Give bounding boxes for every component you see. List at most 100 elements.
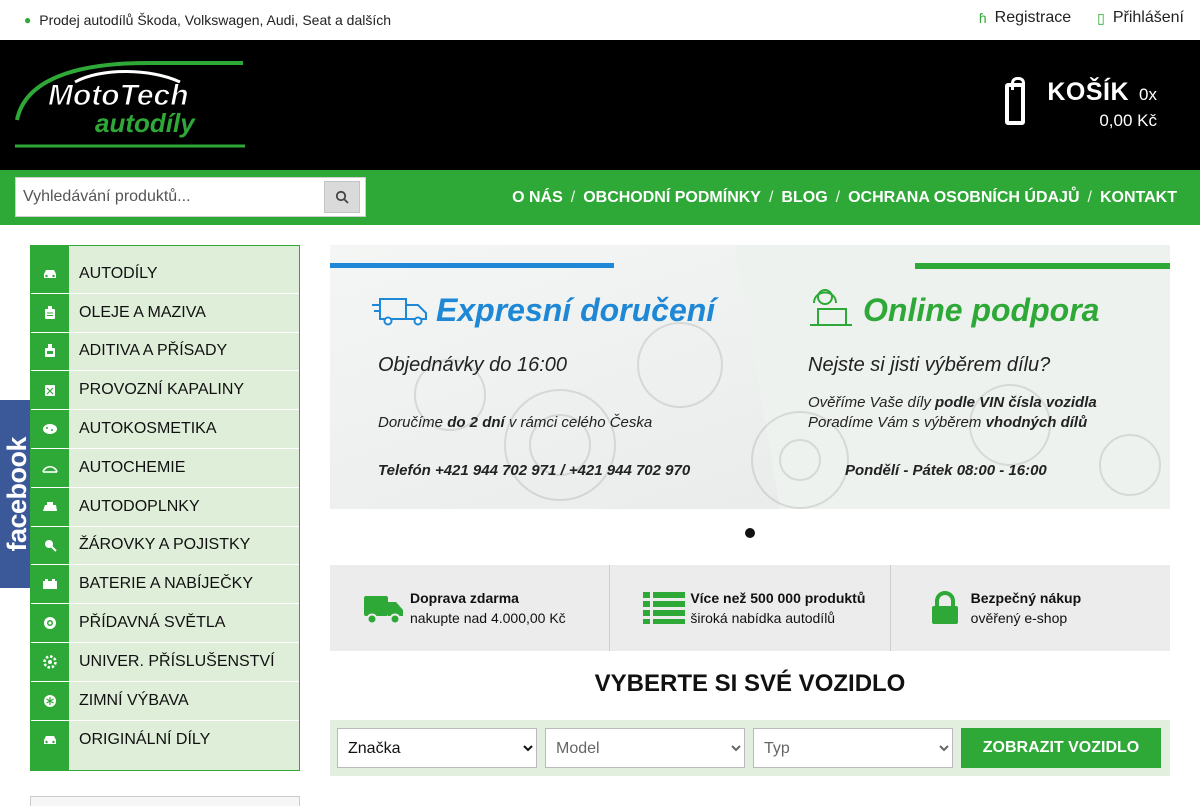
cart-title: KOŠÍK bbox=[1047, 77, 1130, 106]
category-autokosmetika[interactable]: Autokosmetika bbox=[31, 410, 299, 449]
search-box bbox=[15, 177, 366, 217]
header: MotoTech autodíly KOŠÍK 0x 0,00 Kč bbox=[0, 40, 1200, 170]
benefit-sub: ověřený e-shop bbox=[970, 610, 1068, 626]
category-autodoplnky[interactable]: Autodoplnky bbox=[31, 488, 299, 527]
banner-right-hours: Pondělí - Pátek 08:00 - 16:00 bbox=[845, 462, 1047, 479]
category-originalni[interactable]: Originální díly bbox=[31, 721, 299, 760]
benefit-secure: Bezpečný nákup ověřený e-shop bbox=[891, 565, 1170, 651]
login-link[interactable]: ▯ Přihlášení bbox=[1097, 9, 1184, 27]
bottle-icon bbox=[31, 344, 69, 358]
type-select[interactable]: Typ bbox=[753, 728, 953, 768]
category-label: Aditiva a přísady bbox=[79, 342, 228, 360]
category-label: Univer. příslušenství bbox=[79, 652, 275, 670]
model-select[interactable]: Model bbox=[545, 728, 745, 768]
nav-contact[interactable]: KONTAKT bbox=[1100, 189, 1177, 207]
vehicle-selector-title: VYBERTE SI SVÉ VOZIDLO bbox=[594, 670, 906, 697]
search-icon bbox=[335, 190, 349, 204]
nav-blog[interactable]: BLOG bbox=[781, 189, 827, 207]
main-nav-bar: O NÁS / OBCHODNÍ PODMÍNKY / BLOG / OCHRA… bbox=[0, 170, 1200, 225]
category-svetla[interactable]: Přídavná světla bbox=[31, 604, 299, 643]
banner-right-line2: Ověříme Vaše díly podle VIN čísla vozidl… bbox=[808, 394, 1097, 411]
banner-left-line2: Doručíme do 2 dní v rámci celého Česka bbox=[378, 414, 652, 431]
cart-summary: KOŠÍK 0x 0,00 Kč bbox=[1047, 78, 1157, 131]
category-zimni[interactable]: Zimní výbava bbox=[31, 682, 299, 721]
category-autochemie[interactable]: Autochemie bbox=[31, 449, 299, 488]
category-label: Provozní kapaliny bbox=[79, 381, 245, 399]
carousel-dot[interactable] bbox=[745, 528, 755, 538]
banner-right-line1: Nejste si jisti výběrem dílu? bbox=[808, 354, 1051, 376]
category-label: Žárovky a pojistky bbox=[79, 536, 251, 554]
register-label: Registrace bbox=[994, 9, 1072, 26]
category-list: Autodíly Oleje a maziva Aditiva a přísad… bbox=[31, 255, 299, 759]
login-icon: ▯ bbox=[1097, 9, 1105, 26]
vehicle-selector: Značka Model Typ ZOBRAZIT VOZIDLO bbox=[330, 720, 1170, 776]
logo[interactable]: MotoTech autodíly bbox=[15, 60, 245, 148]
banner-right-heading: Online podpora bbox=[863, 292, 1099, 328]
benefit-sub: široká nabídka autodílů bbox=[690, 610, 836, 626]
nav-privacy[interactable]: OCHRANA OSOBNÍCH ÚDAJŮ bbox=[848, 189, 1079, 207]
category-oleje[interactable]: Oleje a maziva bbox=[31, 294, 299, 333]
bulb-icon bbox=[31, 538, 69, 553]
truck-icon bbox=[358, 592, 410, 624]
banner-left-line1: Objednávky do 16:00 bbox=[378, 354, 567, 376]
search-button[interactable] bbox=[324, 181, 360, 213]
category-label: Oleje a maziva bbox=[79, 303, 206, 321]
category-label: Autodoplnky bbox=[79, 497, 200, 515]
promo-banner[interactable]: Expresní doručení Objednávky do 16:00 Do… bbox=[330, 245, 1170, 509]
nav-about[interactable]: O NÁS bbox=[512, 189, 563, 207]
login-label: Přihlášení bbox=[1112, 9, 1184, 26]
category-label: Originální díly bbox=[79, 730, 211, 748]
gear-icon bbox=[31, 655, 69, 669]
category-sidebar: Autodíly Oleje a maziva Aditiva a přísad… bbox=[30, 245, 300, 771]
brand-select[interactable]: Značka bbox=[337, 728, 537, 768]
sponge-icon bbox=[31, 423, 69, 435]
car-icon bbox=[31, 734, 69, 746]
battery-icon bbox=[31, 578, 69, 590]
benefit-products: Více než 500 000 produktů široká nabídka … bbox=[610, 565, 891, 651]
svg-text:autodíly: autodíly bbox=[95, 108, 196, 138]
category-aditiva[interactable]: Aditiva a přísady bbox=[31, 333, 299, 372]
secondary-sidebar-box bbox=[30, 796, 300, 806]
cart-count: 0x bbox=[1139, 84, 1157, 104]
facebook-label: facebook bbox=[2, 436, 32, 552]
main-menu: O NÁS / OBCHODNÍ PODMÍNKY / BLOG / OCHRA… bbox=[512, 170, 1177, 225]
cart-price: 0,00 Kč bbox=[1099, 110, 1157, 130]
account-links: ɦ Registrace ▯ Přihlášení bbox=[979, 9, 1184, 27]
benefit-title: Více než 500 000 produktů bbox=[690, 590, 866, 606]
nav-terms[interactable]: OBCHODNÍ PODMÍNKY bbox=[583, 189, 761, 207]
top-bar: ● Prodej autodílů Škoda, Volkswagen, Aud… bbox=[0, 0, 1200, 40]
nav-separator: / bbox=[835, 188, 841, 206]
benefit-sub: nakupte nad 4.000,00 Kč bbox=[410, 610, 566, 626]
benefits-strip: Doprava zdarma nakupte nad 4.000,00 Kč Ví… bbox=[330, 565, 1170, 651]
banner-left-heading: Expresní doručení bbox=[436, 292, 719, 328]
category-label: Přídavná světla bbox=[79, 614, 226, 632]
nav-separator: / bbox=[570, 188, 576, 206]
shopping-bag-icon bbox=[1005, 77, 1026, 125]
lock-icon bbox=[919, 591, 971, 625]
oil-can-icon bbox=[31, 305, 69, 320]
category-label: Autodíly bbox=[79, 264, 158, 282]
search-input[interactable] bbox=[16, 178, 324, 216]
category-zarovky[interactable]: Žárovky a pojistky bbox=[31, 527, 299, 566]
show-vehicle-button[interactable]: ZOBRAZIT VOZIDLO bbox=[961, 728, 1161, 768]
register-link[interactable]: ɦ Registrace bbox=[979, 9, 1071, 27]
snowflake-icon bbox=[31, 694, 69, 708]
category-prislusenstvi[interactable]: Univer. příslušenství bbox=[31, 643, 299, 682]
category-kapaliny[interactable]: Provozní kapaliny bbox=[31, 371, 299, 411]
nav-separator: / bbox=[1087, 188, 1092, 206]
benefit-title: Bezpečný nákup bbox=[970, 590, 1082, 606]
tagline-text: Prodej autodílů Škoda, Volkswagen, Audi,… bbox=[39, 12, 392, 28]
banner-left-phone: Telefón +421 944 702 971 / +421 944 702 … bbox=[378, 462, 691, 479]
category-autodily[interactable]: Autodíly bbox=[31, 255, 299, 294]
light-icon bbox=[31, 616, 69, 630]
accessory-icon bbox=[31, 501, 69, 513]
cart[interactable]: KOŠÍK 0x 0,00 Kč bbox=[1005, 74, 1157, 134]
category-label: Autochemie bbox=[79, 458, 186, 476]
canister-icon bbox=[31, 383, 69, 397]
benefit-title: Doprava zdarma bbox=[410, 590, 519, 606]
tagline: ● Prodej autodílů Škoda, Volkswagen, Aud… bbox=[24, 12, 391, 28]
category-baterie[interactable]: Baterie a nabíječky bbox=[31, 565, 299, 605]
list-icon bbox=[638, 592, 690, 624]
user-plus-icon: ɦ bbox=[978, 10, 987, 26]
banner-right-line3: Poradíme Vám s výběrem vhodných dílů bbox=[808, 414, 1087, 431]
